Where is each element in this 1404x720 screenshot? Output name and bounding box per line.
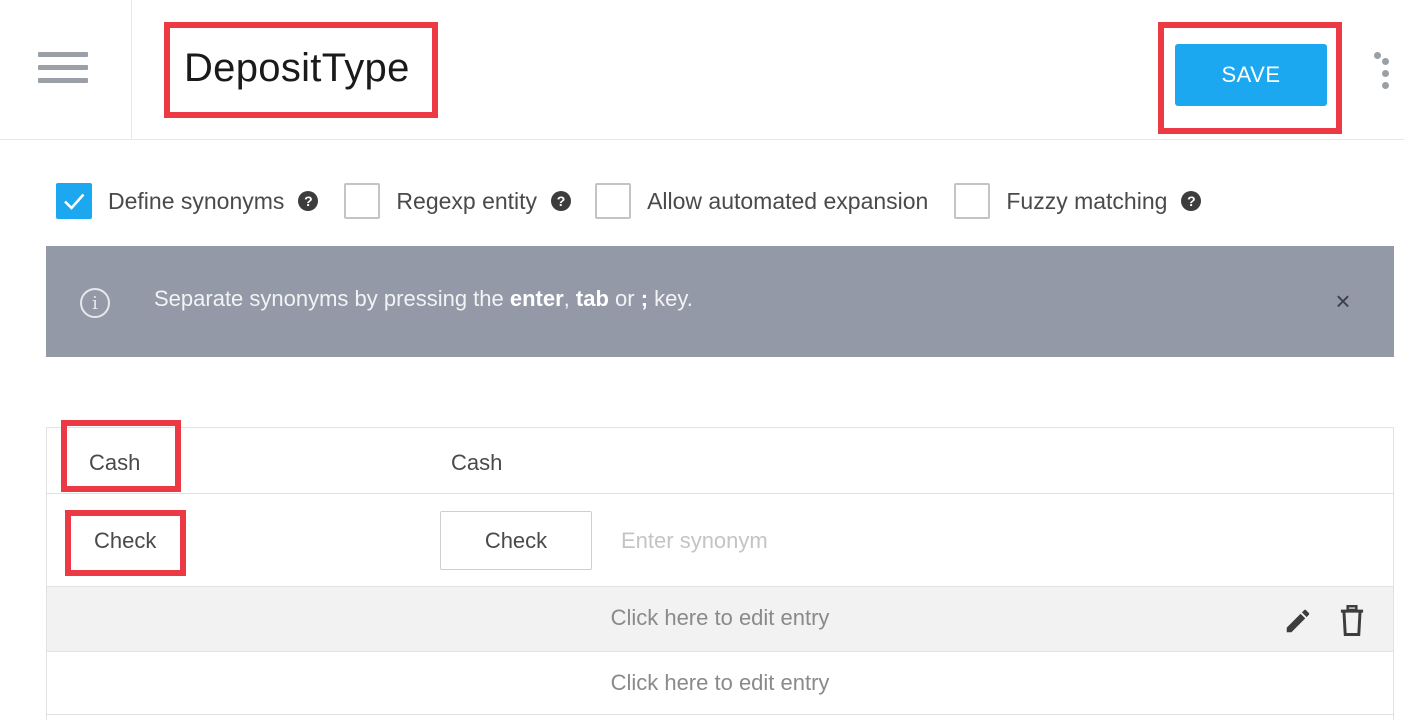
entry-value[interactable]: Check (94, 528, 156, 554)
checkmark-icon (64, 193, 85, 210)
regexp-entity-checkbox[interactable] (344, 183, 381, 219)
edit-entry-link[interactable]: Click here to edit entry (47, 605, 1393, 631)
close-icon[interactable]: × (1328, 286, 1358, 316)
pencil-icon[interactable] (1283, 606, 1313, 636)
edit-entry-link[interactable]: Click here to edit entry (47, 670, 1393, 696)
hamburger-menu-button[interactable] (0, 0, 132, 140)
automated-expansion-label: Allow automated expansion (647, 187, 929, 214)
entry-row[interactable]: Cash Cash (47, 420, 1393, 493)
fuzzy-matching-checkbox[interactable] (954, 183, 991, 219)
synonym-chip[interactable]: Check (440, 511, 592, 570)
entry-row[interactable]: Click here to edit entry (47, 651, 1393, 714)
info-circle-icon: i (80, 288, 110, 318)
fuzzy-matching-option[interactable]: Fuzzy matching ? (954, 183, 1202, 219)
question-circle-icon[interactable]: ? (551, 191, 572, 211)
regexp-entity-label: Regexp entity (396, 187, 538, 214)
trash-icon[interactable] (1337, 605, 1367, 637)
save-button[interactable]: SAVE (1175, 44, 1327, 106)
banner-message: Separate synonyms by pressing the enter,… (154, 286, 693, 311)
define-synonyms-option[interactable]: Define synonyms ? (56, 183, 319, 219)
automated-expansion-option[interactable]: Allow automated expansion (595, 183, 928, 219)
define-synonyms-checkbox[interactable] (56, 183, 92, 219)
entries-table: Cash Cash Check Check Click here to edit… (46, 420, 1394, 720)
synonym-input[interactable] (621, 526, 1021, 556)
entry-value[interactable]: Cash (89, 450, 140, 476)
entry-row[interactable]: Check Check (47, 493, 1393, 586)
more-options-button[interactable] (1366, 52, 1390, 96)
entry-row[interactable]: Click here to edit entry (47, 586, 1393, 651)
page-title[interactable]: DepositType (184, 46, 410, 91)
regexp-entity-option[interactable]: Regexp entity ? (344, 183, 572, 219)
table-bottom-border (47, 714, 1393, 720)
define-synonyms-label: Define synonyms (108, 187, 285, 214)
question-circle-icon[interactable]: ? (1181, 191, 1202, 211)
question-circle-icon[interactable]: ? (298, 191, 319, 211)
fuzzy-matching-label: Fuzzy matching (1006, 187, 1168, 214)
entry-synonym[interactable]: Cash (451, 450, 502, 476)
top-bar: DepositType SAVE (0, 0, 1404, 140)
more-vertical-icon (1374, 52, 1389, 89)
info-banner: i Separate synonyms by pressing the ente… (46, 246, 1394, 357)
entity-options: Define synonyms ? Regexp entity ? Allow … (56, 182, 1202, 220)
automated-expansion-checkbox[interactable] (595, 183, 632, 219)
